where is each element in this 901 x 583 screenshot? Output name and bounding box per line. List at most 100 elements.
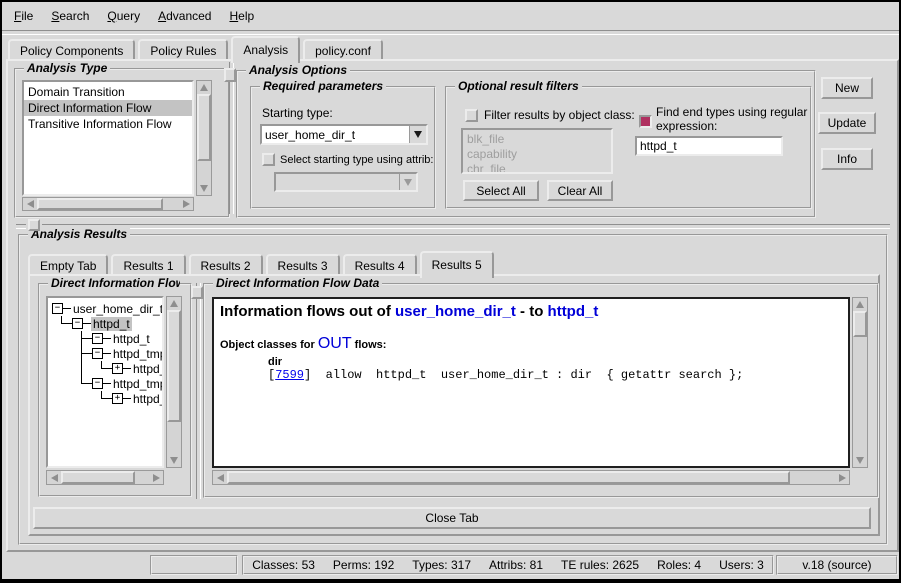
top-vertical-sash-handle[interactable] — [224, 68, 236, 82]
scroll-right-icon[interactable] — [179, 198, 193, 210]
list-item-disabled: blk_file — [463, 132, 611, 147]
starting-type-value: user_home_dir_t — [262, 126, 409, 143]
flow-data-hscrollbar[interactable] — [212, 470, 850, 485]
scrollbar-thumb[interactable] — [853, 311, 867, 337]
tree-node-label[interactable]: httpd_t — [131, 362, 164, 376]
rule-line: [7599] allow httpd_t user_home_dir_t : d… — [268, 368, 842, 382]
object-class-checkbox[interactable] — [465, 109, 478, 122]
tree-node-label[interactable]: httpd_tmp_t — [111, 347, 164, 361]
results-vertical-sash[interactable] — [196, 283, 201, 499]
regex-input[interactable]: httpd_t — [635, 136, 783, 156]
flow-tree-legend: Direct Information Flow T — [48, 276, 180, 290]
tree-node-label[interactable]: httpd_t — [131, 392, 164, 406]
close-tab-button[interactable]: Close Tab — [33, 507, 871, 529]
tree-node-label[interactable]: httpd_t — [111, 332, 152, 346]
scroll-right-icon[interactable] — [835, 471, 849, 484]
flow-tree-panel: Direct Information Flow T − user_home_di… — [38, 283, 192, 497]
menu-help[interactable]: Help — [229, 9, 254, 23]
scrollbar-thumb[interactable] — [167, 310, 181, 422]
regex-checkbox-label-line1: Find end types using regular — [656, 105, 807, 119]
menu-query[interactable]: Query — [107, 9, 140, 23]
tree-expander-icon[interactable]: + — [112, 393, 123, 404]
analysis-type-vscrollbar[interactable] — [196, 80, 212, 196]
starting-type-combobox[interactable]: user_home_dir_t — [260, 124, 428, 145]
object-class-checkbox-row: Filter results by object class: — [465, 108, 635, 122]
tree-row[interactable]: − httpd_tmp_t — [52, 346, 162, 361]
scroll-left-icon[interactable] — [213, 471, 227, 484]
tree-expander-icon[interactable]: − — [92, 378, 103, 389]
flow-data-textarea[interactable]: Information flows out of user_home_dir_t… — [212, 297, 850, 468]
menu-advanced[interactable]: Advanced — [158, 9, 211, 23]
horizontal-sash-handle[interactable] — [28, 219, 40, 231]
tree-row[interactable]: − httpd_tmpfs_t — [52, 376, 162, 391]
scrollbar-thumb[interactable] — [197, 94, 211, 161]
tree-row[interactable]: − httpd_t — [52, 316, 162, 331]
tab-results-2[interactable]: Results 2 — [189, 254, 263, 276]
tab-results-1[interactable]: Results 1 — [111, 254, 185, 276]
analysis-type-hscrollbar[interactable] — [22, 197, 194, 211]
stat-types: Types: 317 — [412, 558, 471, 572]
select-all-button[interactable]: Select All — [463, 180, 539, 201]
tab-policy-rules[interactable]: Policy Rules — [138, 39, 228, 61]
scroll-down-icon[interactable] — [197, 182, 211, 195]
scroll-up-icon[interactable] — [197, 81, 211, 94]
tree-row[interactable]: − user_home_dir_t — [52, 301, 162, 316]
tab-results-4[interactable]: Results 4 — [343, 254, 417, 276]
menu-search[interactable]: Search — [51, 9, 89, 23]
menu-file[interactable]: File — [14, 9, 33, 23]
scroll-left-icon[interactable] — [47, 471, 61, 484]
flow-data-legend: Direct Information Flow Data — [213, 276, 382, 290]
attrib-combobox — [274, 172, 418, 192]
tab-results-5[interactable]: Results 5 — [420, 251, 494, 278]
flow-tree[interactable]: − user_home_dir_t − httpd_t − httpd_t − … — [46, 296, 164, 468]
tree-expander-icon[interactable]: − — [72, 318, 83, 329]
list-item[interactable]: Transitive Information Flow — [24, 116, 192, 132]
scroll-down-icon[interactable] — [167, 454, 181, 467]
tab-policy-components[interactable]: Policy Components — [8, 39, 135, 61]
tree-expander-icon[interactable]: − — [52, 303, 63, 314]
tab-analysis[interactable]: Analysis — [231, 36, 300, 63]
optional-filters-panel: Optional result filters Filter results b… — [445, 86, 812, 209]
tree-node-label[interactable]: httpd_tmpfs_t — [111, 377, 164, 391]
attrib-checkbox-row: Select starting type using attrib: — [262, 153, 438, 166]
top-vertical-sash[interactable] — [229, 62, 234, 214]
tree-row[interactable]: + httpd_t — [52, 361, 162, 376]
scrollbar-thumb[interactable] — [61, 471, 135, 484]
scrollbar-thumb[interactable] — [227, 471, 790, 484]
list-item-selected[interactable]: Direct Information Flow — [24, 100, 192, 116]
list-item-disabled: chr_file — [463, 162, 611, 174]
tree-expander-icon[interactable]: − — [92, 333, 103, 344]
info-button[interactable]: Info — [821, 148, 873, 170]
regex-checkbox[interactable] — [639, 115, 652, 128]
flow-tree-vscrollbar[interactable] — [166, 296, 182, 468]
rule-number-link[interactable]: 7599 — [275, 368, 304, 382]
regex-checkbox-label-line2: expression: — [656, 119, 717, 133]
results-vertical-sash-handle[interactable] — [191, 286, 203, 299]
update-button[interactable]: Update — [818, 112, 876, 134]
scroll-right-icon[interactable] — [149, 471, 163, 484]
tab-results-3[interactable]: Results 3 — [266, 254, 340, 276]
scroll-up-icon[interactable] — [853, 298, 867, 311]
flow-tree-hscrollbar[interactable] — [46, 470, 164, 485]
tree-node-label-selected[interactable]: httpd_t — [91, 317, 132, 331]
chevron-down-icon[interactable] — [409, 126, 426, 143]
tab-policy-conf[interactable]: policy.conf — [303, 39, 383, 61]
clear-all-button[interactable]: Clear All — [547, 180, 613, 201]
new-button[interactable]: New — [821, 77, 873, 99]
attrib-checkbox[interactable] — [262, 153, 275, 166]
tree-expander-icon[interactable]: + — [112, 363, 123, 374]
scroll-up-icon[interactable] — [167, 297, 181, 310]
menu-bar: File Search Query Advanced Help — [2, 2, 899, 30]
tree-row[interactable]: + httpd_t — [52, 391, 162, 406]
tree-expander-icon[interactable]: − — [92, 348, 103, 359]
analysis-results-panel: Analysis Results Empty Tab Results 1 Res… — [18, 234, 888, 545]
tree-node-label[interactable]: user_home_dir_t — [71, 302, 164, 316]
scroll-down-icon[interactable] — [853, 454, 867, 467]
tree-row[interactable]: − httpd_t — [52, 331, 162, 346]
scrollbar-thumb[interactable] — [37, 198, 163, 210]
horizontal-sash[interactable] — [42, 224, 890, 229]
scroll-left-icon[interactable] — [23, 198, 37, 210]
list-item[interactable]: Domain Transition — [24, 84, 192, 100]
tab-empty-tab[interactable]: Empty Tab — [28, 254, 108, 276]
flow-data-vscrollbar[interactable] — [852, 297, 868, 468]
